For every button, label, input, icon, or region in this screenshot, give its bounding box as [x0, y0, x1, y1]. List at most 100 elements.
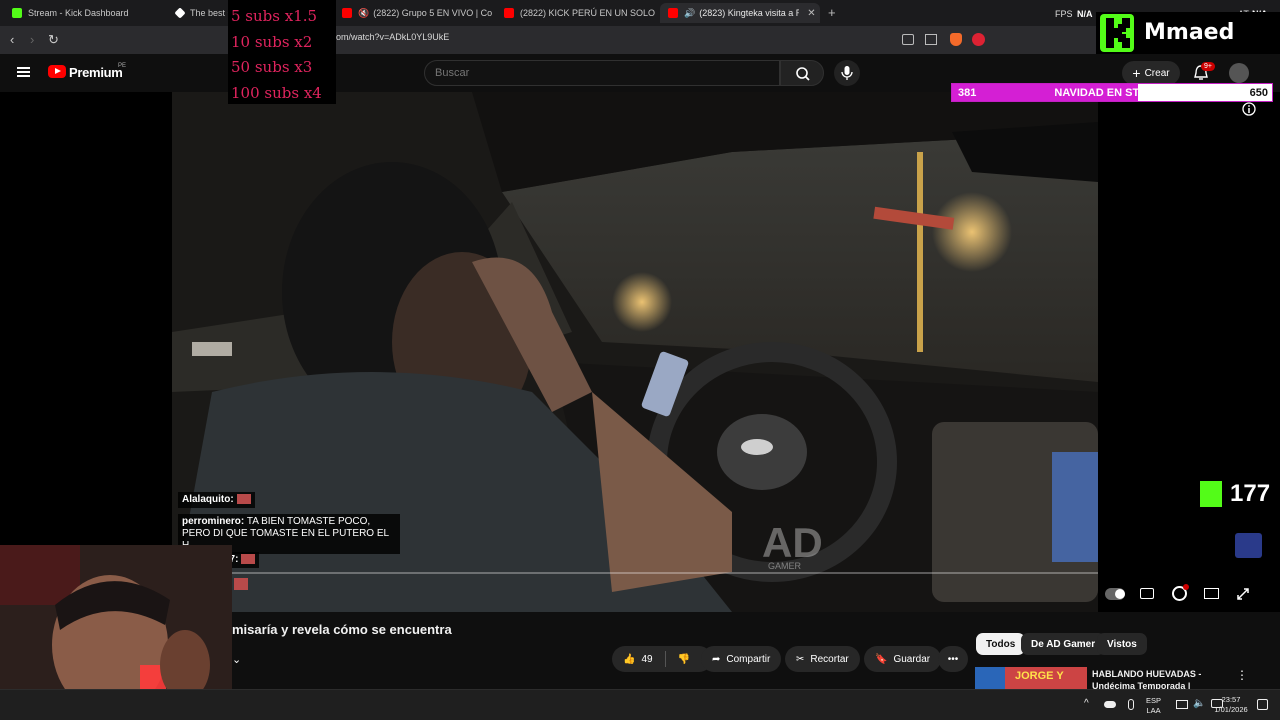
youtube-favicon-icon: [504, 8, 514, 18]
share-button[interactable]: ➦ Compartir: [701, 646, 782, 672]
browser-tab-strip: Stream - Kick Dashboard The best O 🔇 (28…: [0, 0, 1280, 26]
viewer-count-value: 177: [1230, 480, 1271, 507]
kick-logo-icon: [1200, 481, 1222, 507]
clip-label: Recortar: [810, 653, 849, 665]
tab-label: (2823) Kingteka visita a Rond: [699, 8, 800, 18]
expand-chevron-icon[interactable]: ⌄: [232, 653, 241, 666]
chat-user: Alalaquito:: [182, 494, 234, 505]
clock-date: 1/01/2026: [1214, 705, 1248, 714]
save-button[interactable]: 🔖 Guardar: [864, 646, 942, 672]
tab-the-best[interactable]: The best O: [168, 3, 230, 23]
address-bar-url[interactable]: om/watch?v=ADkL0YL9UkE: [336, 32, 449, 42]
video-watermark: AD: [762, 519, 823, 566]
avatar[interactable]: [1229, 63, 1249, 83]
kebab-menu-icon[interactable]: ⋮: [1236, 668, 1248, 682]
recommended-thumbnail[interactable]: JORGE Y: [975, 667, 1087, 689]
fullscreen-icon[interactable]: [1236, 587, 1250, 601]
rewards-icon[interactable]: [972, 33, 985, 46]
more-actions-button[interactable]: •••: [938, 646, 968, 672]
browser-nav-bar: ‹ › ↻ om/watch?v=ADkL0YL9UkE: [0, 26, 1280, 54]
video-progress-bar[interactable]: [232, 572, 1098, 574]
tab-label: (2822) Grupo 5 EN VIVO | Concie: [373, 8, 492, 18]
diamond-favicon-icon: [174, 7, 186, 19]
tab-grupo5[interactable]: 🔇 (2822) Grupo 5 EN VIVO | Concie: [334, 3, 492, 23]
volume-icon[interactable]: 🔈: [1193, 698, 1205, 709]
info-icon[interactable]: [1242, 102, 1256, 116]
autoplay-knob-icon: [1115, 589, 1125, 599]
close-tab-icon[interactable]: ✕: [807, 8, 815, 19]
fps-value: N/A: [1077, 9, 1093, 19]
tab-kingteka-active[interactable]: 🔊 (2823) Kingteka visita a Rond ✕: [660, 3, 820, 23]
share-icon[interactable]: [925, 34, 937, 45]
emote-icon: [236, 494, 251, 505]
youtube-logo-icon[interactable]: [48, 65, 66, 78]
more-dots-icon: •••: [947, 653, 959, 665]
tray-chevron-icon[interactable]: ^: [1084, 698, 1089, 709]
language-indicator[interactable]: ESP LAA: [1146, 696, 1161, 716]
language-layout: LAA: [1146, 706, 1161, 715]
speaker-icon: 🔊: [684, 7, 696, 18]
cast-icon[interactable]: [902, 34, 914, 45]
captions-button[interactable]: [1140, 588, 1154, 599]
tab-label: Stream - Kick Dashboard: [28, 8, 129, 18]
subs-line: 5 subs x1.5: [231, 7, 318, 25]
sub-goal-bar: 381 NAVIDAD EN STREAM 650: [951, 83, 1273, 102]
back-button[interactable]: ‹: [10, 32, 14, 47]
save-label: Guardar: [893, 653, 931, 665]
notification-badge: 9+: [1201, 62, 1215, 71]
brand-label[interactable]: Premium: [69, 65, 123, 80]
tab-kick-dashboard[interactable]: Stream - Kick Dashboard: [4, 3, 164, 23]
chat-user: perrominero:: [182, 516, 245, 527]
tab-kick-peru[interactable]: (2822) KICK PERÚ EN UN SOLO VIDE: [496, 3, 656, 23]
search-box[interactable]: [424, 60, 780, 86]
emote-icon: [234, 578, 248, 590]
dislike-icon[interactable]: 👎: [678, 654, 690, 665]
goal-end-value: 650: [1249, 87, 1268, 99]
subs-line: 100 subs x4: [231, 83, 322, 102]
emote-icon: [241, 554, 256, 565]
speaker-mute-icon: 🔇: [358, 7, 370, 18]
search-button[interactable]: [780, 60, 824, 86]
hamburger-menu-icon[interactable]: [17, 67, 30, 77]
network-icon[interactable]: [1176, 700, 1188, 709]
clock[interactable]: 23:57 1/01/2026: [1211, 695, 1251, 715]
onedrive-icon[interactable]: [1104, 701, 1116, 708]
create-button[interactable]: + Crear: [1122, 61, 1180, 85]
like-divider: [664, 651, 666, 667]
subs-multiplier-overlay: 5 subs x1.5 10 subs x2 50 subs x3 100 su…: [228, 0, 336, 104]
youtube-favicon-icon: [342, 8, 352, 18]
video-watermark-sub: GAMER: [768, 561, 802, 571]
share-label: Compartir: [726, 653, 771, 665]
scissors-icon: ✂: [796, 653, 805, 665]
brave-shield-icon[interactable]: [950, 33, 962, 46]
channel-watermark-icon[interactable]: [1235, 533, 1262, 558]
video-title: misaría y revela cómo se encuentra: [232, 622, 452, 637]
chat-message: Alalaquito:: [178, 492, 255, 508]
tab-label: (2822) KICK PERÚ EN UN SOLO VIDE: [520, 8, 656, 18]
chip-watched[interactable]: Vistos: [1097, 633, 1147, 655]
subs-line: 50 subs x3: [231, 58, 313, 76]
autoplay-toggle[interactable]: [1105, 588, 1125, 600]
search-input[interactable]: [435, 67, 765, 79]
thumb-face: [975, 667, 1005, 689]
share-arrow-icon: ➦: [712, 653, 721, 665]
subs-line: 10 subs x2: [231, 32, 313, 51]
like-count: 49: [641, 653, 653, 665]
thumb-text: JORGE Y: [1015, 670, 1064, 682]
microphone-icon[interactable]: [1128, 699, 1134, 710]
search-icon: [796, 67, 810, 81]
notification-center-icon[interactable]: [1257, 699, 1268, 710]
like-icon[interactable]: 👍: [623, 654, 635, 665]
chip-all[interactable]: Todos: [976, 633, 1026, 655]
new-tab-button[interactable]: +: [828, 5, 836, 20]
clip-button[interactable]: ✂ Recortar: [785, 646, 860, 672]
goal-title: NAVIDAD EN STREAM: [1054, 87, 1172, 99]
kick-k-glyph-icon: [1106, 18, 1130, 48]
chip-channel[interactable]: De AD Gamer: [1021, 633, 1106, 655]
forward-button[interactable]: ›: [30, 32, 34, 47]
microphone-icon: [841, 66, 853, 80]
voice-search-button[interactable]: [834, 60, 860, 86]
miniplayer-button[interactable]: [1204, 588, 1219, 599]
create-label: Crear: [1144, 67, 1170, 79]
reload-button[interactable]: ↻: [48, 32, 59, 48]
